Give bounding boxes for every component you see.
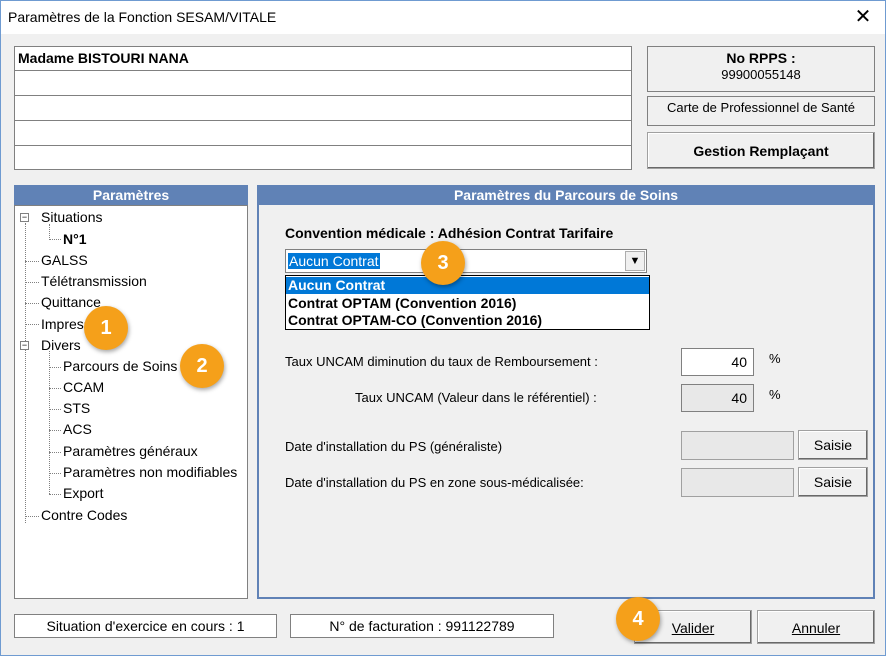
tree-connector [25,324,39,325]
close-button[interactable]: ✕ [841,1,885,34]
taux-diminution-label: Taux UNCAM diminution du taux de Rembour… [285,354,598,369]
gestion-remplacant-button[interactable]: Gestion Remplaçant [647,132,875,169]
tree-item-galss[interactable]: GALSS [41,252,88,268]
tree-connector [25,303,39,304]
tree-connector [49,367,61,368]
tree-connector [25,261,39,262]
tree-connector [25,223,26,523]
close-icon: ✕ [854,6,872,28]
rpps-value: 99900055148 [721,67,801,82]
tree-item-divers[interactable]: Divers [41,337,81,353]
date-installation-zone-input[interactable] [681,468,794,497]
tree-item-parametres-generaux[interactable]: Paramètres généraux [63,443,198,459]
taux-diminution-percent: % [769,351,781,366]
date-installation-label: Date d'installation du PS (généraliste) [285,439,503,454]
parcours-header: Paramètres du Parcours de Soins [257,185,875,205]
taux-referentiel-value: 40 [681,384,754,412]
valider-label: Valider [671,620,715,636]
tree-connector [49,473,61,474]
saisie-date-zone-button[interactable]: Saisie [798,467,868,497]
collapse-icon[interactable]: − [20,341,29,350]
patient-row [15,72,631,96]
taux-diminution-input[interactable]: 40 [681,348,754,376]
tree-connector [25,516,39,517]
params-header: Paramètres [14,185,248,205]
tree-connector [49,239,61,240]
convention-select[interactable]: Aucun Contrat ▼ [285,249,647,273]
tree-item-n1[interactable]: N°1 [63,231,87,247]
tree-item-parametres-non-modifiables[interactable]: Paramètres non modifiables [63,464,237,480]
carte-ps-box: Carte de Professionnel de Santé [647,96,875,126]
tree-connector [49,452,61,453]
facturation-status: N° de facturation : 991122789 [290,614,554,638]
annotation-badge-3: 3 [421,241,465,285]
collapse-icon[interactable]: − [20,213,29,222]
tree-item-quittance[interactable]: Quittance [41,294,101,310]
date-installation-input[interactable] [681,431,794,460]
tree-item-export[interactable]: Export [63,485,103,501]
tree-connector [49,430,61,431]
date-installation-zone-label: Date d'installation du PS en zone sous-m… [285,475,584,490]
window-title: Paramètres de la Fonction SESAM/VITALE [8,9,277,25]
title-bar: Paramètres de la Fonction SESAM/VITALE ✕ [1,1,885,34]
rpps-box: No RPPS : 99900055148 [647,46,875,92]
convention-dropdown-list: Aucun Contrat Contrat OPTAM (Convention … [285,275,650,330]
patient-row: Madame BISTOURI NANA [15,47,631,71]
tree-connector [49,388,61,389]
patient-info-box: Madame BISTOURI NANA [14,46,632,170]
chevron-down-icon[interactable]: ▼ [625,251,645,271]
tree-connector [49,224,50,240]
convention-selected-value: Aucun Contrat [288,253,380,269]
annotation-badge-2: 2 [180,344,224,388]
tree-item-situations[interactable]: Situations [41,209,102,225]
taux-referentiel-label: Taux UNCAM (Valeur dans le référentiel) … [355,390,597,405]
tree-item-parcours-de-soins[interactable]: Parcours de Soins [63,358,177,374]
annuler-button[interactable]: Annuler [757,610,875,644]
patient-name: Madame BISTOURI NANA [18,50,189,66]
tree-connector [25,282,39,283]
saisie-date-installation-button[interactable]: Saisie [798,430,868,460]
tree-item-contre-codes[interactable]: Contre Codes [41,507,127,523]
params-tree: − Situations N°1 GALSS Télétransmission … [14,205,248,599]
annotation-badge-1: 1 [84,306,128,350]
annuler-label: Annuler [791,620,841,636]
convention-option-optam-co[interactable]: Contrat OPTAM-CO (Convention 2016) [286,312,649,329]
convention-option-optam[interactable]: Contrat OPTAM (Convention 2016) [286,295,649,312]
tree-item-sts[interactable]: STS [63,400,90,416]
taux-referentiel-percent: % [769,387,781,402]
tree-connector [49,409,61,410]
rpps-label: No RPPS : [726,50,796,66]
tree-item-teletransmission[interactable]: Télétransmission [41,273,147,289]
tree-item-acs[interactable]: ACS [63,421,92,437]
patient-row [15,97,631,121]
convention-label: Convention médicale : Adhésion Contrat T… [285,225,614,241]
patient-row [15,122,631,146]
tree-connector [49,494,61,495]
tree-item-ccam[interactable]: CCAM [63,379,104,395]
situation-status: Situation d'exercice en cours : 1 [14,614,277,638]
dialog-window: Paramètres de la Fonction SESAM/VITALE ✕… [0,0,886,656]
annotation-badge-4: 4 [616,597,660,641]
convention-option-aucun[interactable]: Aucun Contrat [286,277,649,294]
